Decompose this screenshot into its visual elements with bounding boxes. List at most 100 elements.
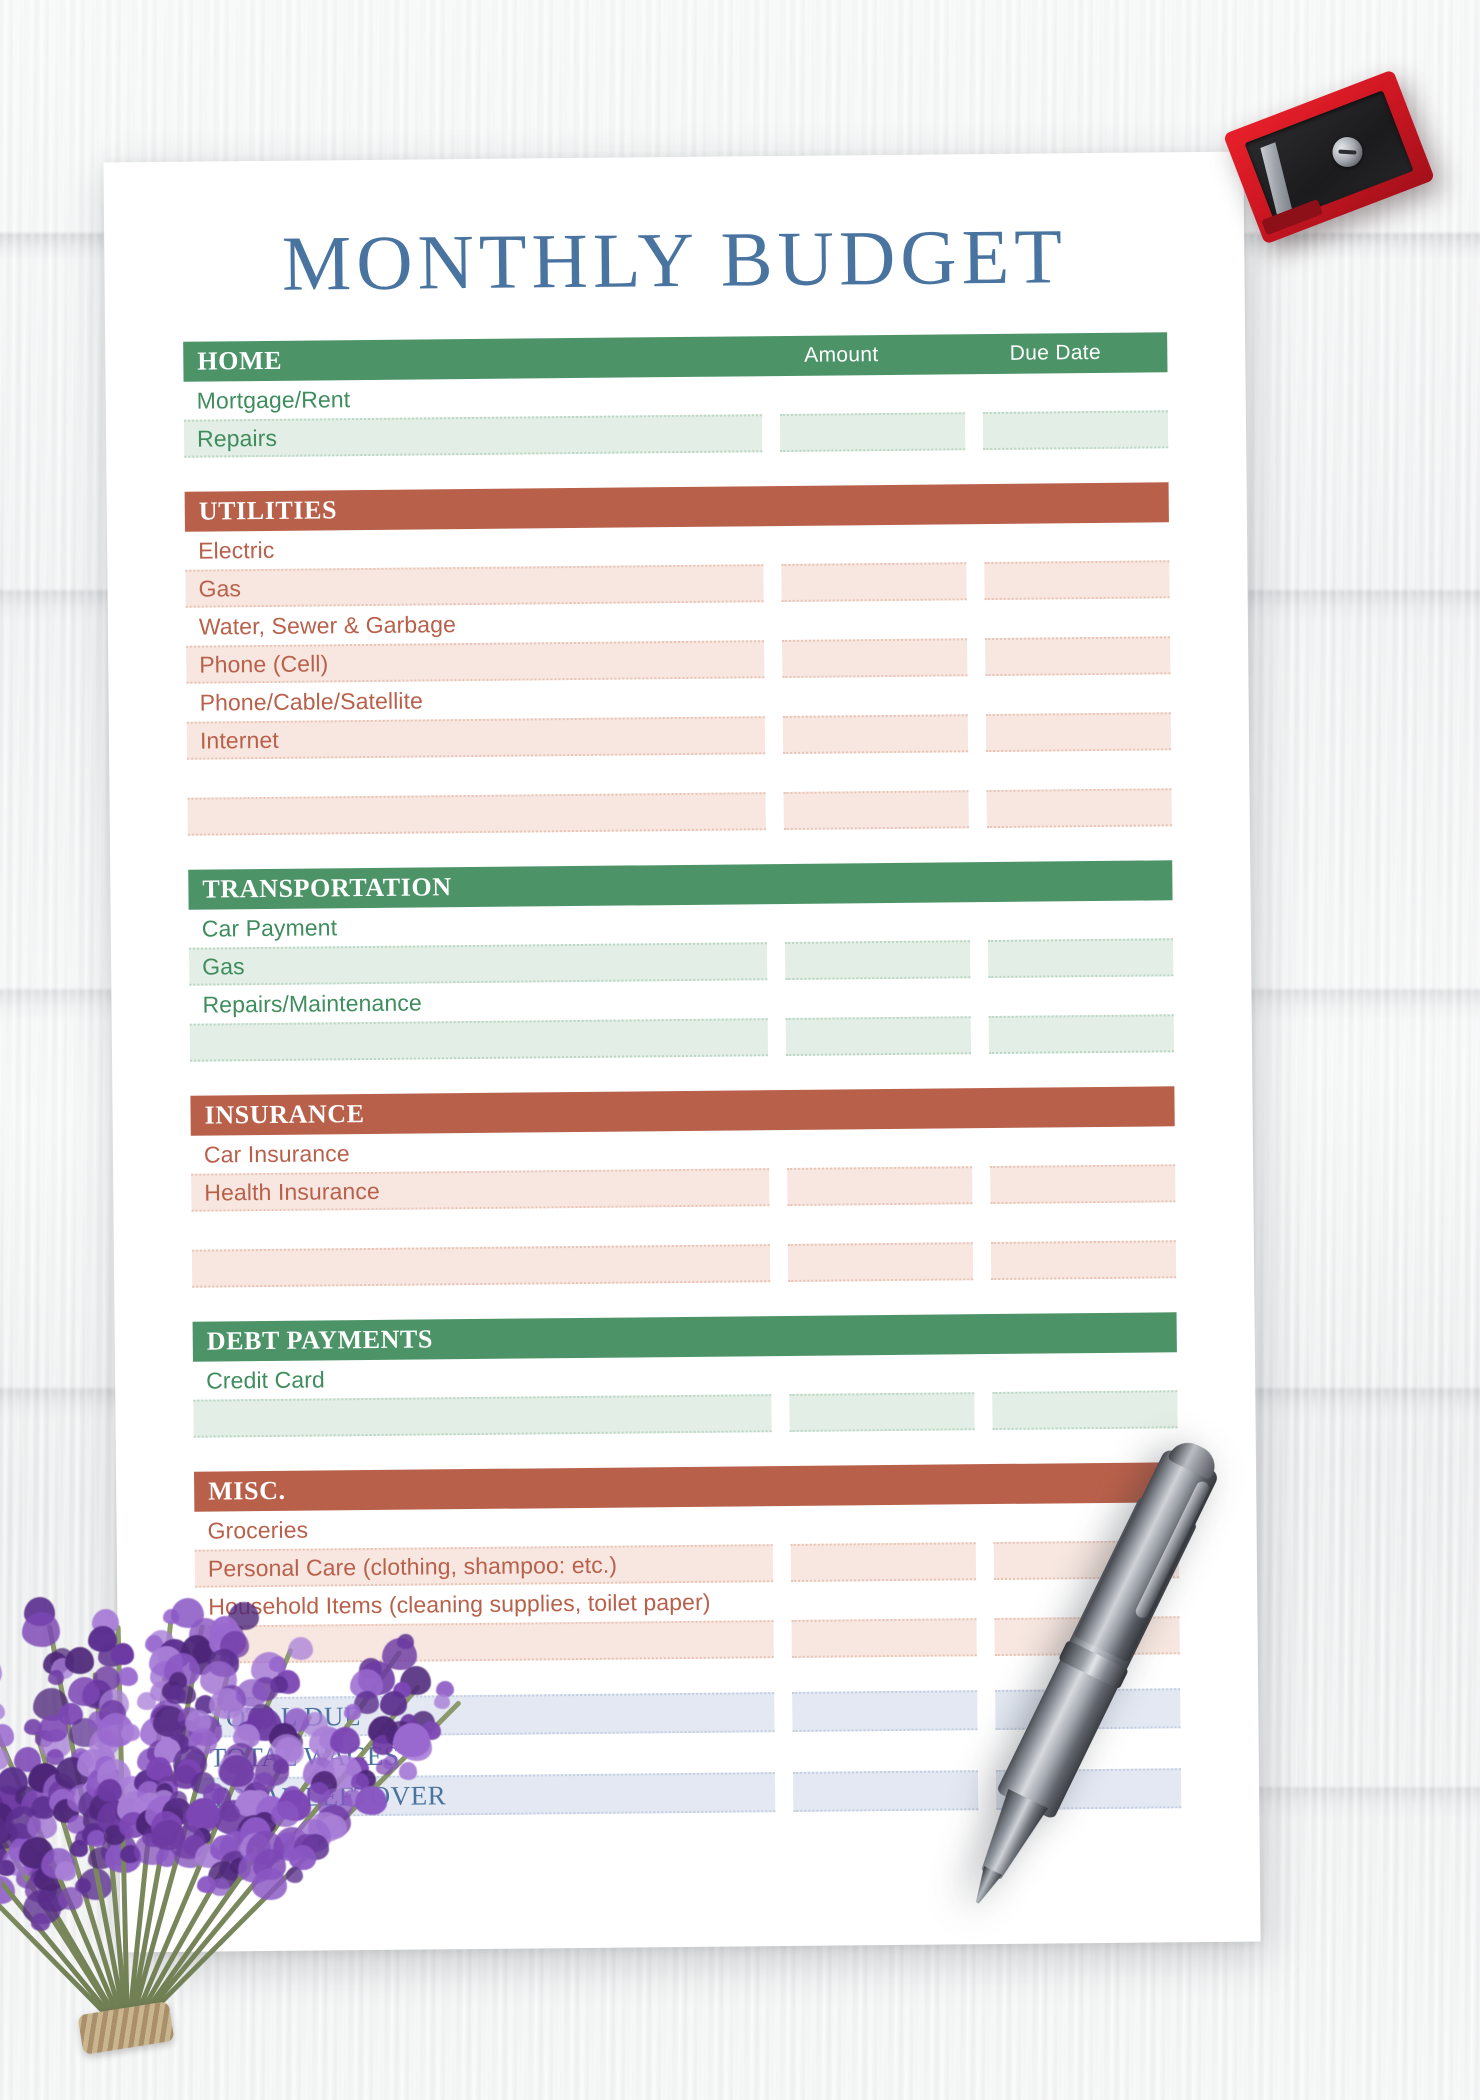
expense-name-field[interactable]	[187, 754, 765, 798]
amount-input[interactable]	[780, 374, 965, 414]
expense-name-field[interactable]: Water, Sewer & Garbage	[186, 602, 764, 646]
total-label-cell: TOTAL DUE	[196, 1692, 775, 1738]
expense-name-field[interactable]: Phone/Cable/Satellite	[186, 678, 764, 722]
due-date-input[interactable]	[986, 788, 1172, 829]
section-title-transportation: TRANSPORTATION	[202, 872, 452, 904]
expense-label: Repairs	[196, 424, 278, 452]
expense-name-field[interactable]: Car Insurance	[191, 1130, 769, 1174]
amount-input[interactable]	[787, 1242, 974, 1282]
amount-input[interactable]	[787, 1166, 973, 1206]
expense-name-field[interactable]	[192, 1206, 770, 1250]
expense-name-field[interactable]: Household Items (cleaning supplies, toil…	[195, 1582, 773, 1626]
expense-name-field[interactable]: Groceries	[194, 1506, 772, 1550]
due-date-input[interactable]	[983, 372, 1168, 412]
amount-input[interactable]	[785, 978, 970, 1018]
total-label: TOTAL LEFTOVER	[209, 1779, 447, 1813]
total-label: TOTAL DUE	[209, 1700, 362, 1733]
amount-input[interactable]	[790, 1542, 977, 1582]
due-date-input[interactable]	[990, 1126, 1175, 1166]
total-amount-input[interactable]	[792, 1770, 979, 1812]
total-amount-input[interactable]	[792, 1690, 978, 1732]
table-row	[195, 1616, 1180, 1664]
expense-label: Internet	[199, 726, 279, 754]
due-date-input[interactable]	[986, 750, 1171, 790]
expense-name-field[interactable]: Car Payment	[189, 904, 767, 948]
amount-input[interactable]	[782, 676, 967, 716]
expense-name-field[interactable]	[189, 1018, 769, 1062]
expense-name-field[interactable]	[191, 1244, 771, 1288]
section-title-debt-payments: DEBT PAYMENTS	[206, 1324, 434, 1356]
amount-input[interactable]	[791, 1580, 976, 1620]
amount-input[interactable]	[787, 1128, 972, 1168]
amount-input[interactable]	[791, 1618, 977, 1658]
column-label-amount: Amount	[804, 343, 879, 367]
expense-name-field[interactable]: Repairs	[183, 414, 763, 458]
column-label-due-date: Due Date	[1009, 340, 1101, 365]
expense-label: Car Payment	[201, 913, 338, 942]
expense-label: Credit Card	[206, 1365, 325, 1394]
amount-input[interactable]	[782, 600, 967, 640]
amount-input[interactable]	[785, 902, 970, 942]
expense-label: Phone (Cell)	[199, 649, 329, 678]
expense-name-field[interactable]: Gas	[185, 564, 764, 608]
due-date-input[interactable]	[990, 1240, 1177, 1281]
total-label-cell: TOTAL WAGES	[197, 1732, 775, 1778]
table-row: Repairs	[183, 410, 1169, 458]
sharpener-blade-icon	[1260, 142, 1292, 215]
due-date-input[interactable]	[984, 560, 1170, 601]
due-date-input[interactable]	[990, 1164, 1176, 1205]
due-date-input[interactable]	[992, 1390, 1178, 1431]
due-date-input[interactable]	[985, 598, 1170, 638]
due-date-input[interactable]	[988, 1014, 1175, 1055]
amount-input[interactable]	[783, 790, 969, 831]
section-home: HOME Amount Due Date Mortgage/Rent Repairs	[183, 332, 1169, 458]
due-date-input[interactable]	[992, 1352, 1177, 1392]
expense-name-field[interactable]: Internet	[186, 716, 766, 760]
expense-name-field[interactable]: Repairs/Maintenance	[189, 980, 767, 1024]
due-date-input[interactable]	[985, 674, 1170, 714]
expense-label: Gas	[198, 574, 242, 602]
expense-name-field[interactable]: Gas	[188, 942, 768, 986]
due-date-input[interactable]	[982, 410, 1169, 451]
expense-name-field[interactable]: Electric	[185, 526, 763, 570]
due-date-input[interactable]	[987, 938, 1174, 979]
expense-name-field[interactable]	[195, 1620, 774, 1664]
due-date-input[interactable]	[990, 1202, 1175, 1242]
total-label: TOTAL WAGES	[209, 1740, 400, 1773]
due-date-input[interactable]	[985, 636, 1171, 677]
amount-input[interactable]	[782, 714, 969, 755]
amount-input[interactable]	[783, 752, 968, 792]
due-date-input[interactable]	[984, 522, 1169, 562]
section-title-home: HOME	[197, 345, 283, 376]
total-amount-input[interactable]	[793, 1730, 978, 1772]
expense-name-field[interactable]: Mortgage/Rent	[184, 376, 762, 420]
expense-name-field[interactable]: Credit Card	[193, 1356, 771, 1400]
section-title-insurance: INSURANCE	[204, 1099, 365, 1130]
section-misc: MISC. Groceries Personal Care (clothing, s…	[194, 1462, 1180, 1664]
expense-label: Repairs/Maintenance	[202, 988, 422, 1018]
due-date-input[interactable]	[985, 712, 1172, 753]
amount-input[interactable]	[787, 1204, 972, 1244]
amount-input[interactable]	[781, 524, 966, 564]
expense-name-field[interactable]: Phone (Cell)	[186, 640, 765, 684]
amount-input[interactable]	[790, 1504, 975, 1544]
table-row	[189, 1014, 1175, 1062]
amount-input[interactable]	[782, 638, 968, 679]
amount-input[interactable]	[779, 412, 966, 453]
section-transportation: TRANSPORTATION Car Payment Gas Repairs/Main…	[188, 860, 1175, 1062]
section-debt-payments: DEBT PAYMENTS Credit Card	[192, 1312, 1178, 1438]
due-date-input[interactable]	[988, 976, 1173, 1016]
expense-label: Health Insurance	[204, 1177, 380, 1206]
section-title-misc: MISC.	[208, 1475, 286, 1506]
amount-input[interactable]	[785, 1016, 972, 1057]
amount-input[interactable]	[781, 562, 967, 603]
expense-name-field[interactable]: Personal Care (clothing, shampoo: etc.)	[194, 1544, 774, 1588]
expense-name-field[interactable]	[193, 1394, 772, 1438]
due-date-input[interactable]	[988, 900, 1173, 940]
expense-name-field[interactable]	[187, 792, 766, 836]
amount-input[interactable]	[784, 940, 971, 981]
section-utilities: UTILITIES Electric Gas Water, Sewer & Garba…	[184, 482, 1172, 836]
expense-name-field[interactable]: Health Insurance	[191, 1168, 770, 1212]
amount-input[interactable]	[789, 1392, 975, 1432]
amount-input[interactable]	[789, 1354, 974, 1394]
